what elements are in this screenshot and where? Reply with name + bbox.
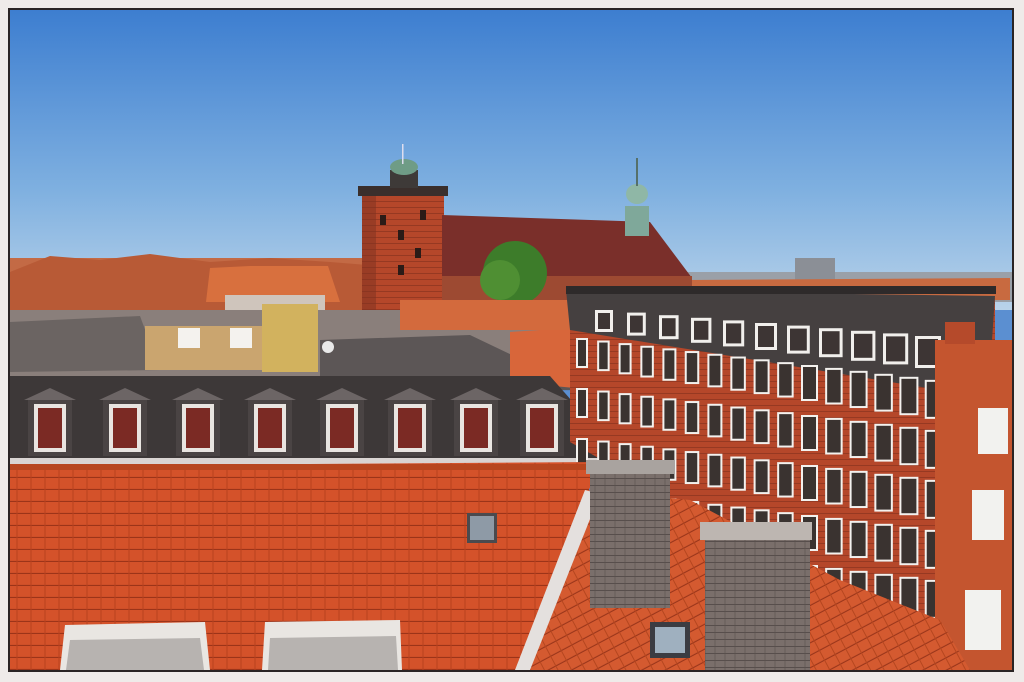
yellow-chimney xyxy=(262,304,318,372)
chimney xyxy=(700,522,812,670)
chimney xyxy=(586,460,674,608)
cityscape-scene xyxy=(10,10,1012,670)
dormer xyxy=(99,388,151,456)
foreground-tile-roof xyxy=(10,462,600,670)
dormer xyxy=(384,388,436,456)
photo-frame xyxy=(0,0,1024,682)
dormer xyxy=(244,388,296,456)
dormer xyxy=(172,388,224,456)
dormer xyxy=(516,388,568,456)
corner-building xyxy=(935,322,1012,670)
dormer xyxy=(450,388,502,456)
dormer xyxy=(24,388,76,456)
dormer xyxy=(316,388,368,456)
rooftop-photograph xyxy=(8,8,1014,672)
